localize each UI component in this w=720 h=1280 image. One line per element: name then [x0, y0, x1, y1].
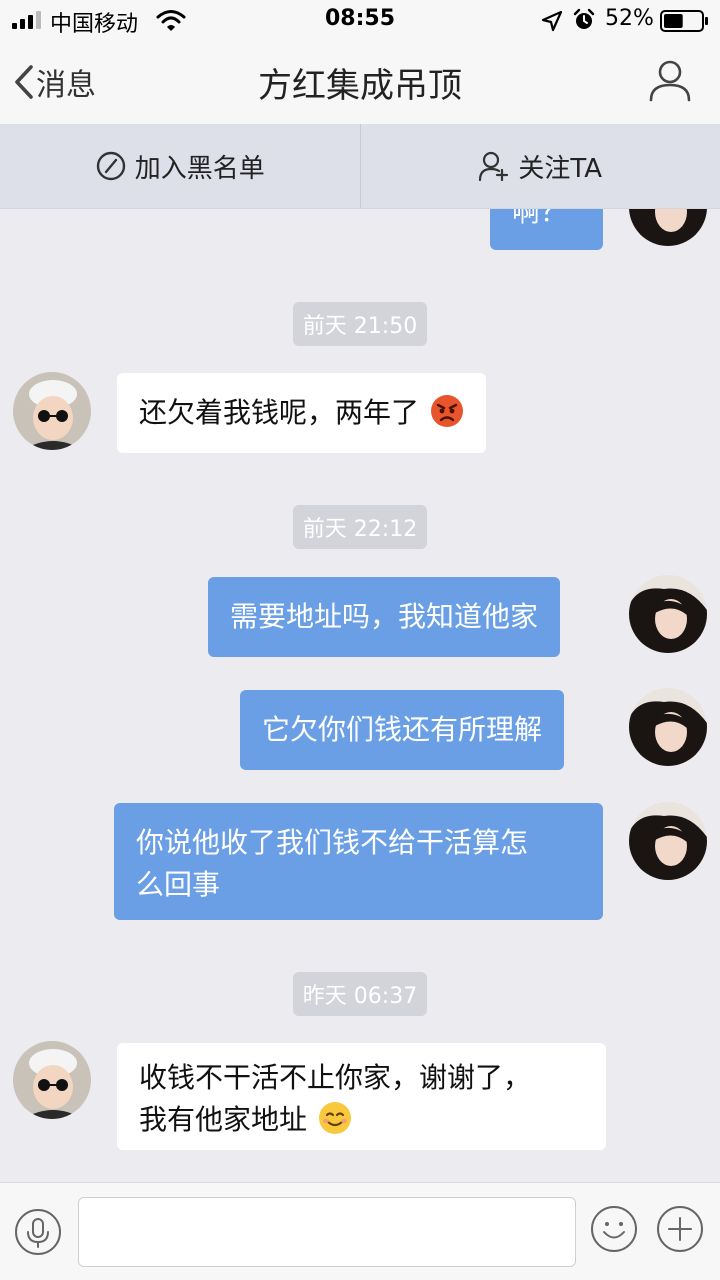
message-text-line: 么回事: [136, 868, 221, 901]
message-text: 啊？: [512, 208, 569, 228]
contact-avatar-photo: [13, 372, 91, 450]
avatar-self[interactable]: [629, 802, 707, 880]
add-user-icon: [479, 151, 509, 182]
block-icon: [96, 151, 125, 181]
alarm-clock-icon: [573, 8, 595, 29]
battery-percentage: 52%: [605, 6, 654, 31]
add-to-blacklist-button[interactable]: 加入黑名单: [0, 124, 360, 208]
action-bar: 加入黑名单 关注TA: [0, 124, 720, 208]
avatar-self[interactable]: [629, 575, 707, 653]
add-to-blacklist-label: 加入黑名单: [134, 153, 265, 184]
avatar-self[interactable]: [629, 688, 707, 766]
page-title: 方红集成吊顶: [258, 66, 462, 106]
message-timestamp: 前天 22:12: [0, 505, 720, 549]
message-bubble-outgoing[interactable]: 啊？: [490, 208, 603, 250]
user-avatar-photo: [629, 802, 707, 880]
contact-avatar-photo: [13, 1041, 91, 1119]
angry-face-emoji: [430, 395, 463, 427]
user-avatar-photo: [629, 688, 707, 766]
navigation-bar: 消息 方红集成吊顶: [0, 40, 720, 124]
emoji-picker-icon[interactable]: [590, 1205, 638, 1253]
message-bubble-outgoing[interactable]: 你说他收了我们钱不给干活算怎 么回事: [114, 803, 603, 920]
user-avatar-photo: [629, 575, 707, 653]
smiling-face-emoji: [318, 1102, 351, 1134]
message-bubble-outgoing[interactable]: 它欠你们钱还有所理解: [240, 690, 565, 770]
avatar-contact[interactable]: [13, 372, 91, 450]
message-bubble-incoming[interactable]: 还欠着我钱呢，两年了: [117, 373, 486, 453]
follow-button[interactable]: 关注TA: [361, 124, 720, 208]
message-timestamp: 前天 21:50: [0, 302, 720, 346]
status-bar: 中国移动 08:55 52%: [0, 0, 720, 40]
message-timestamp: 昨天 06:37: [0, 972, 720, 1016]
location-arrow-icon: [541, 10, 563, 32]
chat-message-list[interactable]: 啊？ 前天 21:50 还欠着我钱呢，两年了 前天 22:12 需要地址吗，我知…: [0, 208, 720, 1182]
message-text-line: 你说他收了我们钱不给干活算怎: [136, 826, 529, 859]
message-text: 还欠着我钱呢，两年了: [139, 396, 420, 429]
message-bubble-outgoing[interactable]: 需要地址吗，我知道他家: [208, 577, 561, 657]
message-text-line: 收钱不干活不止你家，谢谢了，: [139, 1061, 532, 1094]
message-input-bar: [0, 1182, 720, 1280]
avatar-contact[interactable]: [13, 1041, 91, 1119]
plus-icon[interactable]: [656, 1205, 704, 1253]
user-avatar-photo: [629, 208, 707, 246]
message-bubble-incoming[interactable]: 收钱不干活不止你家，谢谢了， 我有他家地址: [117, 1043, 606, 1150]
message-input[interactable]: [78, 1197, 576, 1267]
battery-icon: [660, 10, 708, 32]
follow-label: 关注TA: [518, 153, 603, 184]
microphone-icon[interactable]: [14, 1208, 62, 1256]
person-icon[interactable]: [648, 58, 692, 102]
message-text-line: 我有他家地址: [139, 1103, 308, 1136]
avatar-self[interactable]: [629, 208, 707, 246]
message-text: 它欠你们钱还有所理解: [262, 713, 543, 746]
message-text: 需要地址吗，我知道他家: [230, 600, 539, 633]
